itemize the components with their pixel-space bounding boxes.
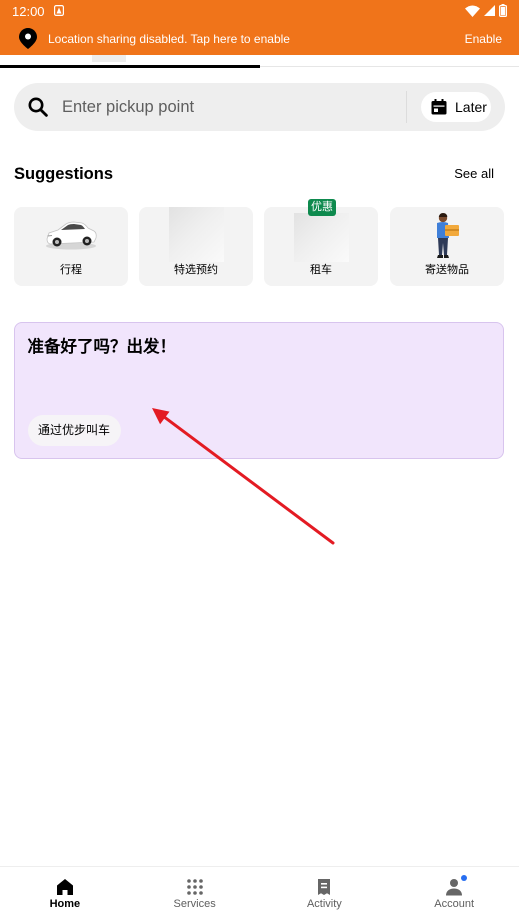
signal-icon	[484, 5, 495, 16]
suggestion-label: 特选预约	[174, 264, 218, 276]
suggestion-card-package[interactable]: 寄送物品	[390, 207, 504, 286]
top-orange-area: 12:00 Location sharing disabled. Tap her…	[0, 0, 519, 55]
later-label: Later	[455, 99, 487, 115]
annotation-arrow-overlay	[152, 408, 335, 545]
status-time: 12:00	[12, 4, 45, 19]
app-notification-icon	[54, 5, 64, 16]
loading-progress-fill	[0, 65, 260, 68]
nav-label: Activity	[306, 898, 342, 910]
nav-label: Account	[434, 898, 474, 910]
request-ride-button[interactable]: 通过优步叫车	[27, 414, 121, 446]
nav-label: Services	[173, 898, 216, 910]
suggestion-label: 租车	[310, 264, 332, 276]
partial-tab-stub	[92, 55, 126, 62]
suggestion-card-ride[interactable]: 行程	[14, 207, 128, 286]
enable-location-button[interactable]: Enable	[465, 32, 502, 47]
search-icon	[28, 97, 48, 117]
nav-item-activity[interactable]: Activity	[260, 867, 390, 922]
suggestions-heading: Suggestions	[14, 165, 114, 183]
services-grid-icon	[186, 878, 204, 896]
activity-receipt-icon	[315, 878, 333, 896]
nav-label: Home	[49, 898, 81, 910]
location-pin-icon	[19, 28, 37, 49]
location-sharing-banner[interactable]: Location sharing disabled. Tap here to e…	[0, 24, 519, 55]
ready-to-go-promo-card[interactable]: 准备好了吗？出发！ 通过优步叫车	[14, 322, 504, 459]
search-divider	[406, 91, 407, 123]
suggestion-label: 寄送物品	[425, 264, 469, 276]
car-icon	[44, 217, 98, 251]
see-all-link[interactable]: See all	[454, 166, 494, 182]
suggestion-card-reserve[interactable]: 特选预约	[139, 207, 253, 286]
pickup-search-bar[interactable]: Later	[14, 83, 505, 131]
account-icon	[445, 878, 463, 896]
nav-item-services[interactable]: Services	[130, 867, 260, 922]
nav-item-home[interactable]: Home	[0, 867, 130, 922]
courier-icon	[431, 212, 463, 260]
nav-item-account[interactable]: Account	[389, 867, 519, 922]
promo-badge: 优惠	[308, 199, 336, 216]
notification-dot	[461, 875, 468, 881]
battery-icon	[499, 4, 507, 17]
banner-message: Location sharing disabled. Tap here to e…	[48, 32, 290, 46]
wifi-icon	[465, 5, 480, 17]
home-icon	[56, 878, 74, 896]
bottom-navigation: Home Services Activity Account	[0, 866, 519, 922]
promo-title: 准备好了吗？出发！	[27, 338, 177, 356]
image-placeholder-icon	[294, 213, 349, 262]
calendar-icon	[431, 99, 447, 115]
schedule-later-button[interactable]: Later	[421, 92, 491, 122]
suggestion-card-rental[interactable]: 优惠 租车	[264, 199, 378, 286]
image-placeholder-icon	[169, 207, 224, 262]
pickup-point-input[interactable]	[62, 83, 397, 131]
suggestion-label: 行程	[60, 264, 82, 276]
